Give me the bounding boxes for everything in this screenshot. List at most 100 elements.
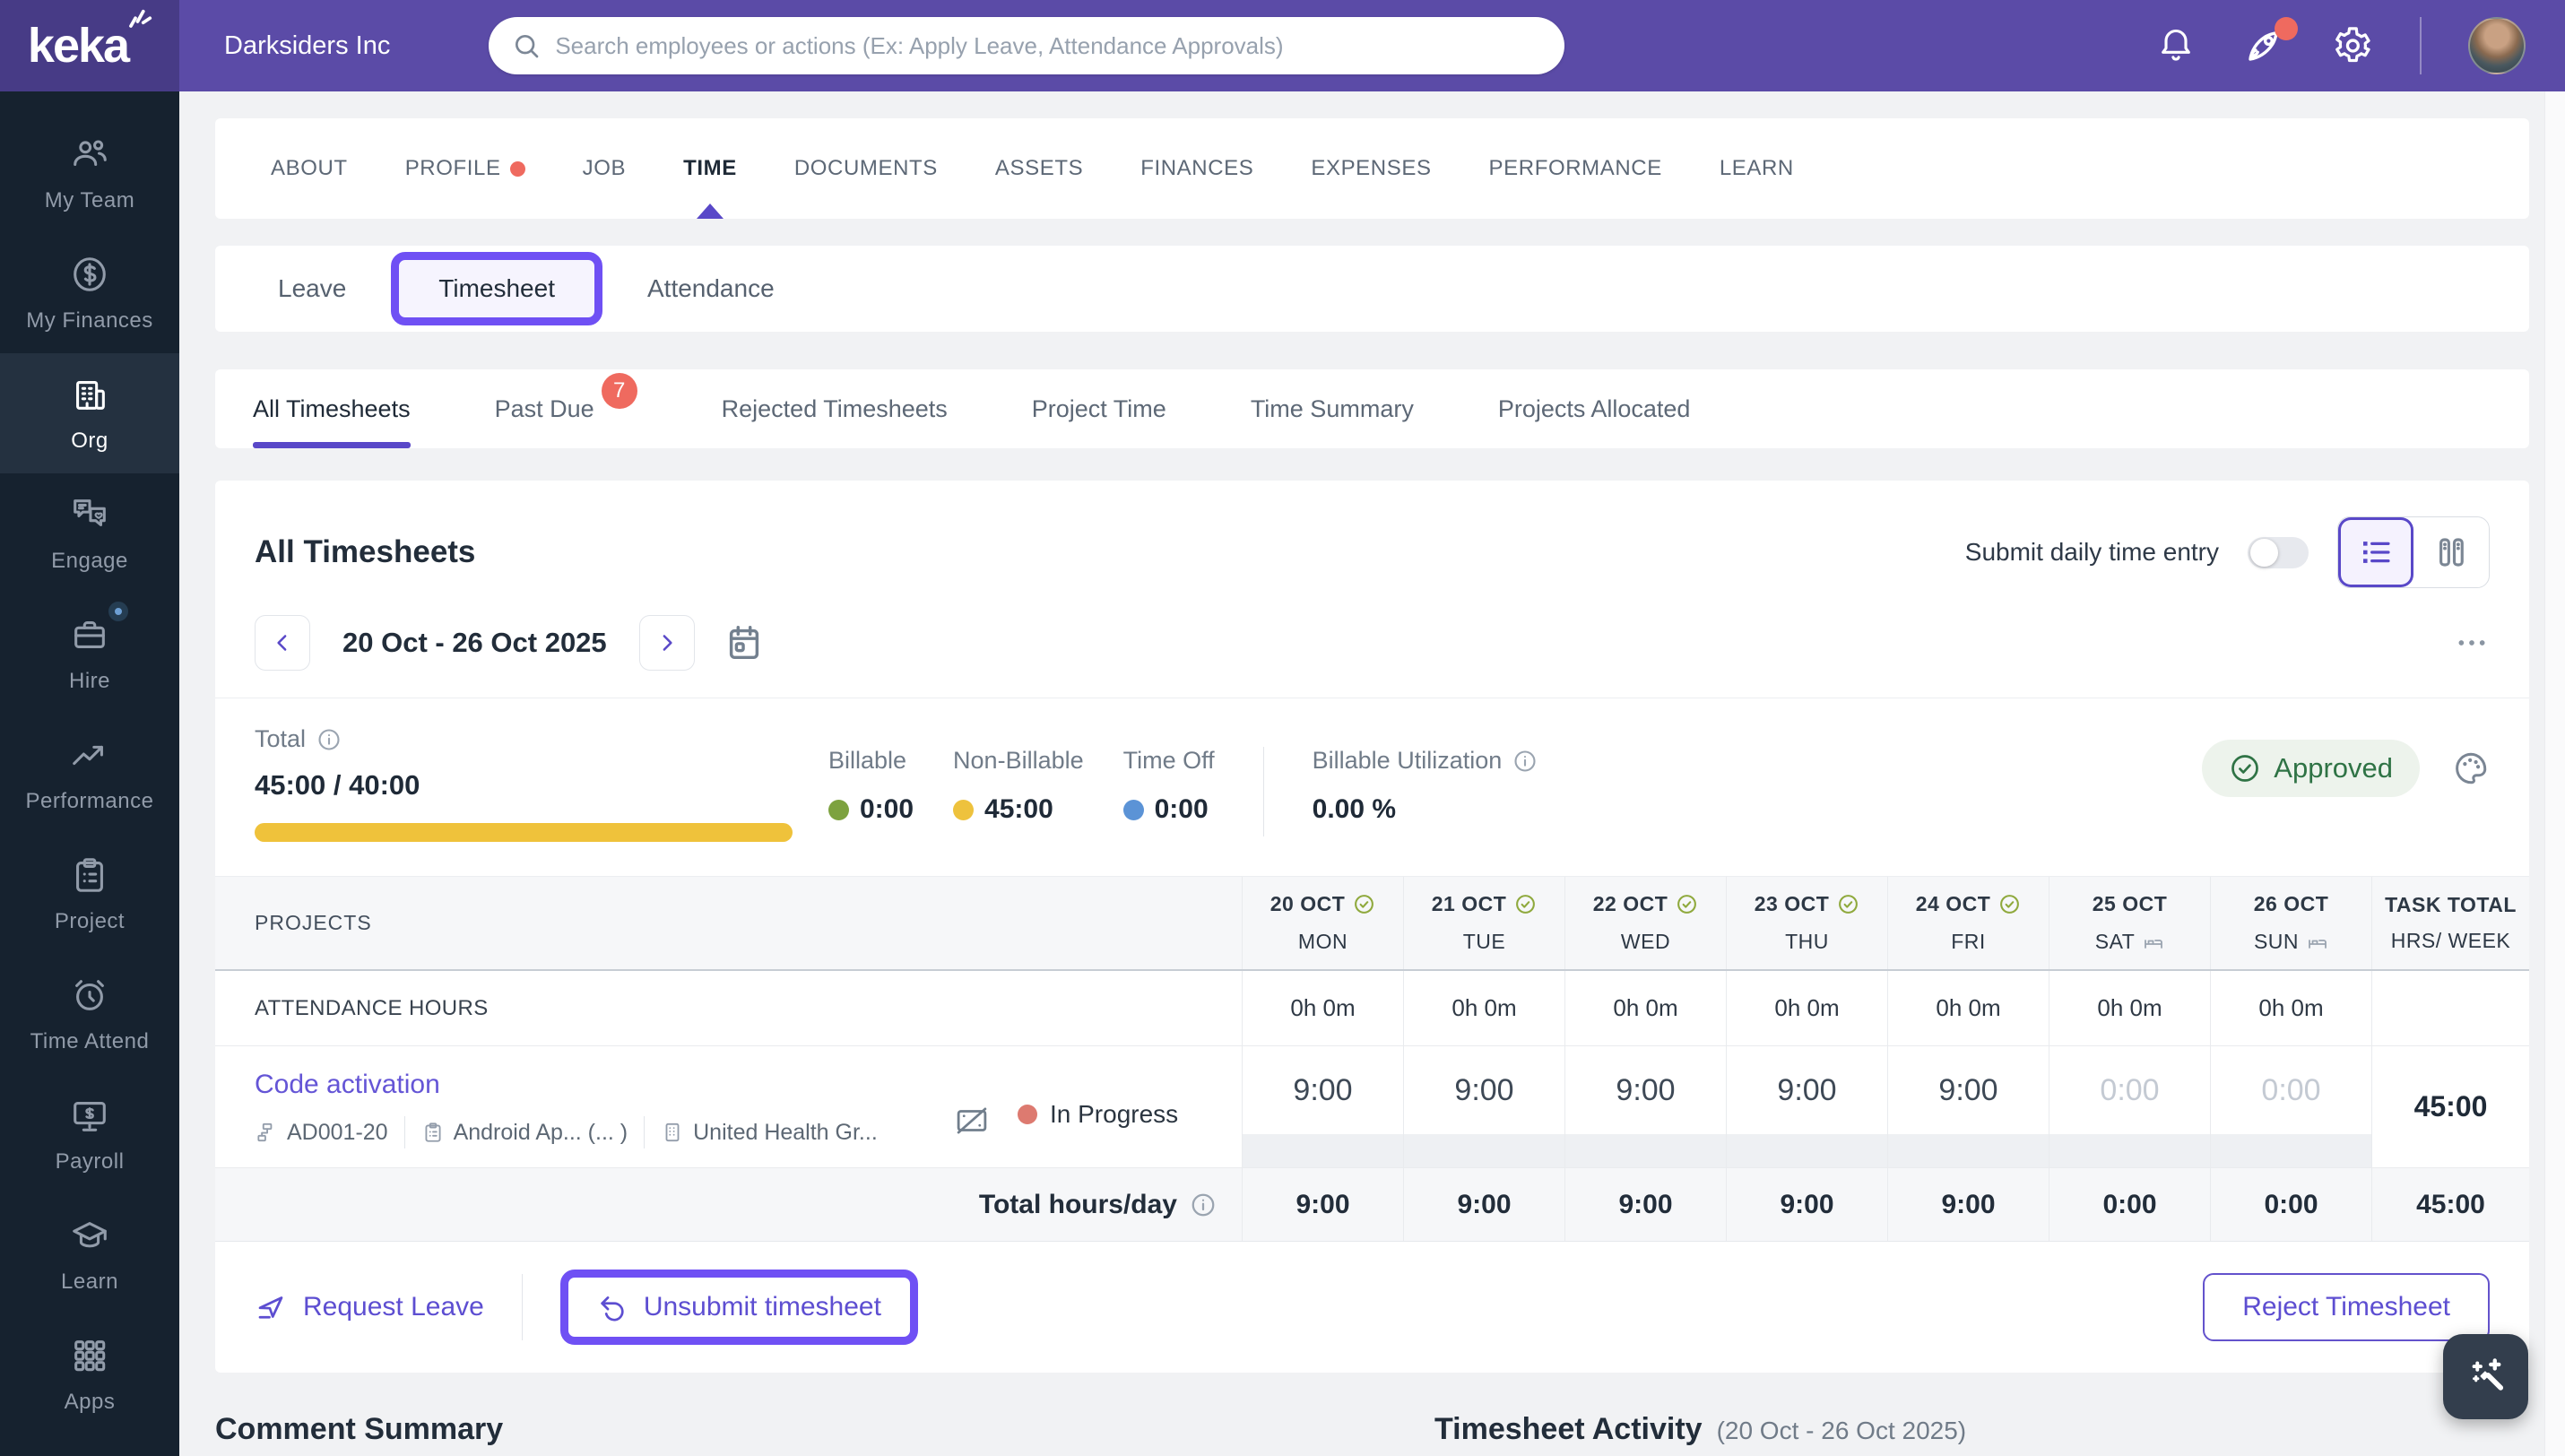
list-view-button[interactable]: [2338, 517, 2413, 587]
engage-chat-icon: [69, 494, 110, 535]
ai-assistant-wand-button[interactable]: [2443, 1334, 2528, 1419]
hours-cell[interactable]: 9:00: [1243, 1046, 1403, 1134]
sidebar-item-performance[interactable]: Performance: [0, 714, 179, 834]
utilization-info-icon[interactable]: [1512, 749, 1538, 774]
day-header: 20 OCT MON: [1242, 877, 1403, 969]
reject-timesheet-button[interactable]: Reject Timesheet: [2203, 1273, 2490, 1341]
non-billable-label: Non-Billable: [953, 747, 1084, 774]
hours-cell-weekend[interactable]: 0:00: [2211, 1046, 2371, 1134]
project-task-link[interactable]: Code activation: [255, 1070, 953, 1100]
utilization-stat: Billable Utilization 0.00 %: [1313, 747, 1538, 825]
board-view-button[interactable]: [2413, 517, 2489, 587]
hours-cell-weekend[interactable]: 0:00: [2049, 1046, 2210, 1134]
more-options-icon[interactable]: [2454, 625, 2490, 661]
timesheet-actions: Request Leave Unsubmit timesheet Reject …: [215, 1242, 2529, 1373]
org-building-icon: [69, 374, 110, 415]
tab-assets[interactable]: ASSETS: [995, 118, 1083, 219]
hours-cell[interactable]: 9:00: [1727, 1046, 1887, 1134]
day-total: 0:00: [2264, 1189, 2318, 1219]
calendar-icon[interactable]: [724, 622, 765, 663]
day-header-weekend: 25 OCT SAT: [2049, 877, 2210, 969]
tab-job[interactable]: JOB: [583, 118, 626, 219]
sidebar-item-my-team[interactable]: My Team: [0, 113, 179, 233]
time-off-value: 0:00: [1154, 794, 1209, 824]
project-code-icon: [255, 1121, 278, 1144]
keka-logo[interactable]: keka: [0, 0, 179, 91]
tab-past-due[interactable]: Past Due 7: [495, 369, 637, 448]
logo-spark-icon: [126, 4, 153, 30]
project-status: In Progress: [1018, 1100, 1224, 1129]
hours-cell[interactable]: 9:00: [1565, 1046, 1726, 1134]
sidebar-item-learn[interactable]: Learn: [0, 1194, 179, 1314]
total-hours-value: 45:00 / 40:00: [255, 769, 420, 801]
sidebar-item-apps[interactable]: Apps: [0, 1314, 179, 1434]
attendance-value: 0h 0m: [1451, 994, 1517, 1021]
time-off-stat: Time Off 0:00: [1122, 747, 1215, 825]
total-info-icon[interactable]: [316, 727, 342, 752]
tab-time[interactable]: TIME: [683, 118, 737, 219]
rocket-badge: [2275, 17, 2298, 40]
non-billable-icon[interactable]: [953, 1102, 991, 1140]
tab-performance[interactable]: PERFORMANCE: [1489, 118, 1662, 219]
time-off-dot: [1122, 799, 1144, 820]
tab-time-summary[interactable]: Time Summary: [1251, 369, 1414, 448]
tab-finances[interactable]: FINANCES: [1140, 118, 1253, 219]
comment-summary-title: Comment Summary: [215, 1412, 504, 1446]
week-navigation: 20 Oct - 26 Oct 2025: [215, 594, 2529, 698]
totals-row: Total hours/day 9:00 9:00 9:00 9:00 9:00…: [215, 1168, 2529, 1242]
approved-check-icon: [2229, 752, 2261, 784]
submit-daily-toggle[interactable]: [2248, 536, 2309, 568]
tab-projects-allocated[interactable]: Projects Allocated: [1498, 369, 1691, 448]
task-total-header: TASK TOTAL HRS/ WEEK: [2371, 877, 2529, 969]
tab-expenses[interactable]: EXPENSES: [1311, 118, 1431, 219]
whats-new-rocket-icon[interactable]: [2242, 17, 2298, 67]
non-billable-value: 45:00: [984, 794, 1053, 824]
tab-documents[interactable]: DOCUMENTS: [794, 118, 938, 219]
sidebar-item-project[interactable]: Project: [0, 834, 179, 954]
user-avatar[interactable]: [2468, 17, 2526, 74]
search-icon: [512, 31, 541, 60]
tab-about[interactable]: ABOUT: [271, 118, 348, 219]
sidebar-item-engage[interactable]: Engage: [0, 473, 179, 594]
tab-attendance[interactable]: Attendance: [617, 274, 805, 303]
next-week-button[interactable]: [638, 615, 695, 671]
sidebar-item-payroll[interactable]: Payroll: [0, 1074, 179, 1194]
sidebar-label: Engage: [51, 548, 128, 573]
tab-project-time[interactable]: Project Time: [1032, 369, 1166, 448]
tab-profile[interactable]: PROFILE: [405, 118, 525, 219]
hours-cell[interactable]: 9:00: [1888, 1046, 2049, 1134]
tab-leave[interactable]: Leave: [247, 274, 377, 303]
totals-info-icon[interactable]: [1190, 1192, 1217, 1218]
sidebar-item-hire[interactable]: Hire: [0, 594, 179, 714]
sidebar-item-my-finances[interactable]: My Finances: [0, 233, 179, 353]
week-range: 20 Oct - 26 Oct 2025: [342, 627, 607, 658]
hours-cell[interactable]: 9:00: [1404, 1046, 1564, 1134]
status-dot: [1018, 1105, 1037, 1124]
activity-range: (20 Oct - 26 Oct 2025): [1716, 1417, 1967, 1444]
utilization-value: 0.00 %: [1312, 794, 1397, 824]
unsubmit-timesheet-button[interactable]: Unsubmit timesheet: [559, 1270, 918, 1345]
request-leave-button[interactable]: Request Leave: [255, 1291, 484, 1323]
page-scrollbar[interactable]: [2544, 91, 2565, 1456]
attendance-value: 0h 0m: [2258, 994, 2324, 1021]
palette-icon[interactable]: [2452, 750, 2490, 787]
settings-gear-icon[interactable]: [2332, 25, 2373, 66]
weekend-icon: [2307, 932, 2328, 953]
sidebar-item-org[interactable]: Org: [0, 353, 179, 473]
global-search[interactable]: [489, 17, 1565, 74]
sidebar-item-time-attend[interactable]: Time Attend: [0, 954, 179, 1074]
week-summary: Total 45:00 / 40:00 Billable 0:00 Non-Bi…: [215, 698, 2529, 876]
attendance-value: 0h 0m: [1613, 994, 1678, 1021]
previous-week-button[interactable]: [255, 615, 310, 671]
day-total: 0:00: [2102, 1189, 2157, 1219]
notifications-bell-icon[interactable]: [2156, 26, 2196, 65]
total-hours-block: Total 45:00 / 40:00: [255, 725, 828, 842]
search-input[interactable]: [555, 31, 1542, 60]
tab-rejected-timesheets[interactable]: Rejected Timesheets: [722, 369, 948, 448]
day-total: 9:00: [1618, 1189, 1673, 1219]
tab-learn[interactable]: LEARN: [1720, 118, 1794, 219]
sidebar-label: My Team: [44, 187, 135, 212]
billable-value: 0:00: [860, 794, 914, 824]
tab-all-timesheets[interactable]: All Timesheets: [253, 369, 411, 448]
tab-timesheet[interactable]: Timesheet: [391, 252, 602, 325]
